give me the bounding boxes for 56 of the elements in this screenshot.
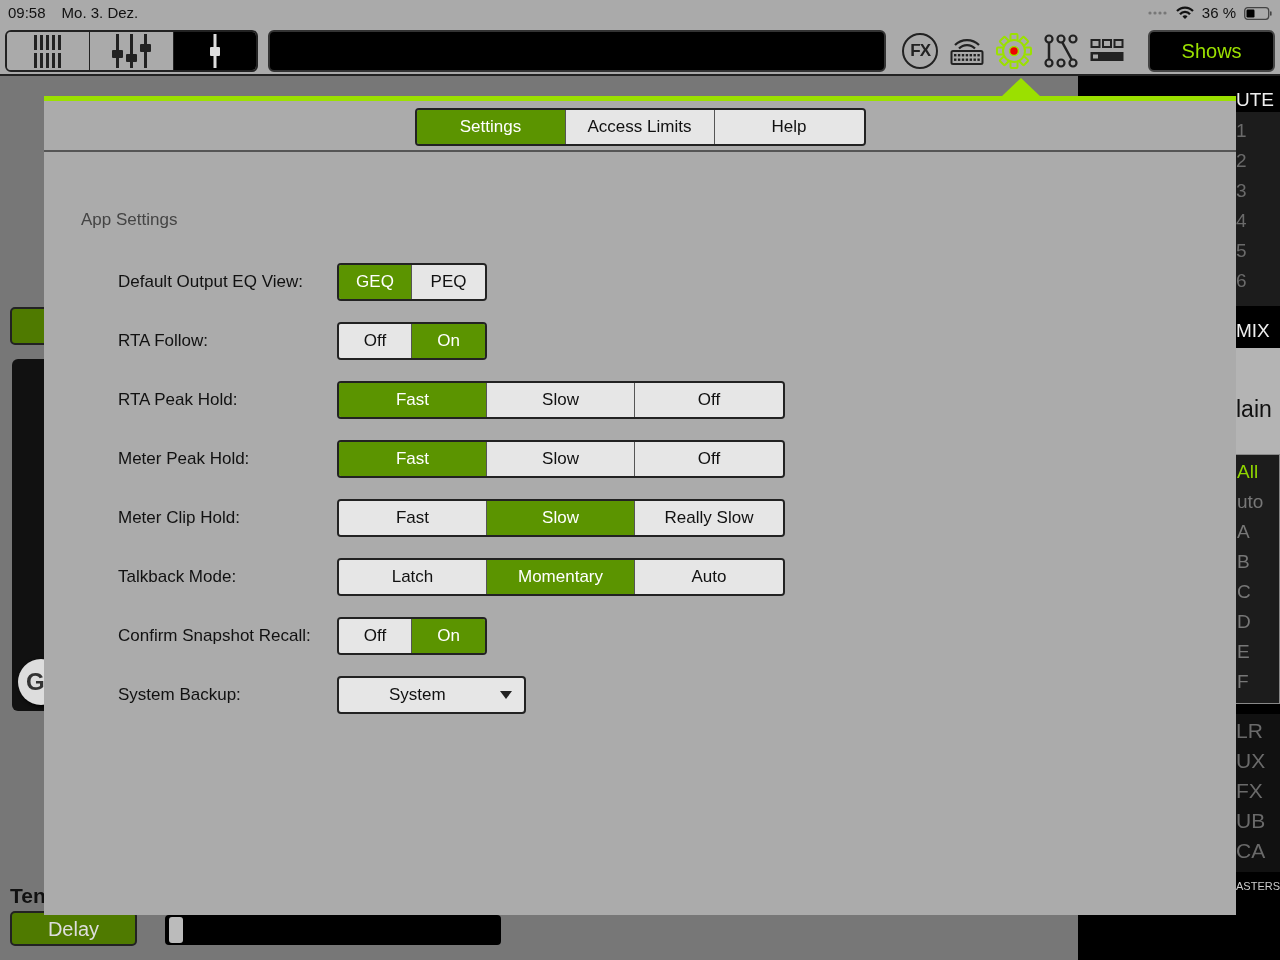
setting-label: Meter Clip Hold: <box>118 507 241 530</box>
node-graph-icon <box>1044 34 1079 68</box>
option-button[interactable]: On <box>412 619 485 653</box>
option-button[interactable]: GEQ <box>339 265 412 299</box>
option-button[interactable]: Off <box>339 324 412 358</box>
main-label: lain <box>1235 395 1273 424</box>
setting-label: System Backup: <box>118 684 242 707</box>
slider-track[interactable] <box>165 915 501 945</box>
popover-tab[interactable]: Help <box>714 110 864 144</box>
option-button[interactable]: Fast <box>339 501 487 535</box>
battery-percent: 36 % <box>1201 2 1236 23</box>
fx-button[interactable]: FX <box>902 33 939 69</box>
option-button[interactable]: Off <box>635 442 783 476</box>
option-button[interactable]: Latch <box>339 560 487 594</box>
option-button[interactable]: On <box>412 324 485 358</box>
option-button[interactable]: Slow <box>487 501 635 535</box>
wifi-icon <box>1175 6 1194 20</box>
popover-tab[interactable]: Access Limits <box>565 110 715 144</box>
mute-header: UTE <box>1235 88 1275 112</box>
slider-handle[interactable] <box>169 917 183 943</box>
caret-icon <box>500 691 512 699</box>
setting-label: Talkback Mode: <box>118 566 238 589</box>
section-label: Ten <box>10 882 47 909</box>
option-button[interactable]: Really Slow <box>635 501 783 535</box>
view-tab[interactable] <box>7 32 91 70</box>
setting-label: RTA Peak Hold: <box>118 389 239 412</box>
option-button[interactable]: Fast <box>339 442 487 476</box>
popover-tab[interactable]: Settings <box>416 110 566 144</box>
option-button[interactable]: PEQ <box>412 265 485 299</box>
mix-header: MIX <box>1235 319 1271 343</box>
option-button[interactable]: Off <box>635 383 783 417</box>
battery-icon <box>1244 6 1272 20</box>
option-button[interactable]: Slow <box>487 383 635 417</box>
keyboard-wifi-icon <box>950 36 985 66</box>
option-button[interactable]: Off <box>339 619 412 653</box>
section-title: App Settings <box>81 209 179 231</box>
masters-label: ASTERS <box>1235 879 1280 894</box>
view-tab[interactable] <box>173 32 257 70</box>
setting-label: Default Output EQ View: <box>118 271 304 294</box>
clock-time: 09:58 <box>8 2 46 23</box>
date-text: Mo. 3. Dez. <box>61 2 139 23</box>
fader-icon <box>111 32 152 70</box>
shows-button[interactable]: Shows <box>1148 30 1275 72</box>
backup-dropdown[interactable]: System <box>337 676 526 714</box>
fader-icon <box>209 32 222 70</box>
delay-button[interactable]: Delay <box>10 911 137 946</box>
setting-label: Confirm Snapshot Recall: <box>118 625 312 648</box>
setting-label: RTA Follow: <box>118 330 210 353</box>
option-button[interactable]: Momentary <box>487 560 635 594</box>
option-button[interactable]: Fast <box>339 383 487 417</box>
option-button[interactable]: Slow <box>487 442 635 476</box>
option-button[interactable]: Auto <box>635 560 783 594</box>
tile-layout-icon <box>1090 38 1125 64</box>
signal-dots-icon <box>1147 11 1168 15</box>
setting-label: Meter Peak Hold: <box>118 448 251 471</box>
settings-gear-icon <box>996 33 1033 69</box>
